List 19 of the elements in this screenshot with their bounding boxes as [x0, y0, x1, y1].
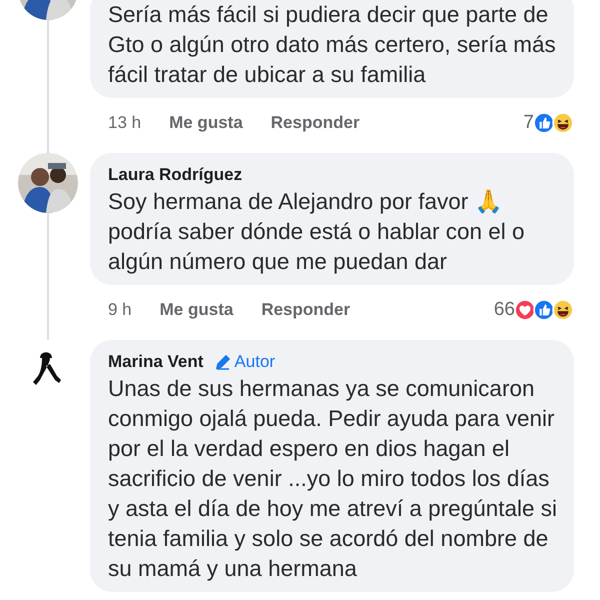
reaction-count[interactable]: 7	[523, 112, 534, 134]
pencil-icon	[215, 354, 232, 370]
reply-link[interactable]: Responder	[270, 113, 360, 133]
laughing-face-icon	[552, 112, 574, 134]
reaction-count[interactable]: 66	[494, 299, 515, 321]
comment-text: Unas de sus hermanas ya se comunicaron conmigo ojalá pueda. Pedir ayuda para venir por el la verdad espero en dios hagan el sacrificio de venir ...yo lo miro todos los días y asta el día de hoy me atreví a pregúntale si tenia familia y solo se acordó del nombre de su mamá y una hermana	[108, 375, 558, 583]
comment-text: Soy hermana de Alejandro por favor 🙏 podría saber dónde está o hablar con el o algún número que me puedan dar	[108, 188, 526, 276]
like-icon	[533, 299, 555, 321]
author-label: Autor	[215, 352, 276, 372]
reply-link[interactable]: Responder	[261, 300, 350, 320]
timestamp[interactable]: 9 h	[108, 300, 132, 320]
like-icon	[533, 112, 555, 134]
comment-text: Sería más fácil si pudiera decir que parte de Gto o algún otro dato más certero, sería más fácil tratar de ubicar a su familia	[108, 1, 557, 89]
author-name[interactable]: Laura Rodríguez	[108, 165, 242, 185]
laughing-face-icon	[552, 299, 574, 321]
like-link[interactable]: Me gusta	[169, 113, 243, 133]
author-name[interactable]: Marina Vent	[108, 352, 204, 372]
like-link[interactable]: Me gusta	[160, 300, 234, 320]
timestamp[interactable]: 13 h	[108, 113, 142, 133]
